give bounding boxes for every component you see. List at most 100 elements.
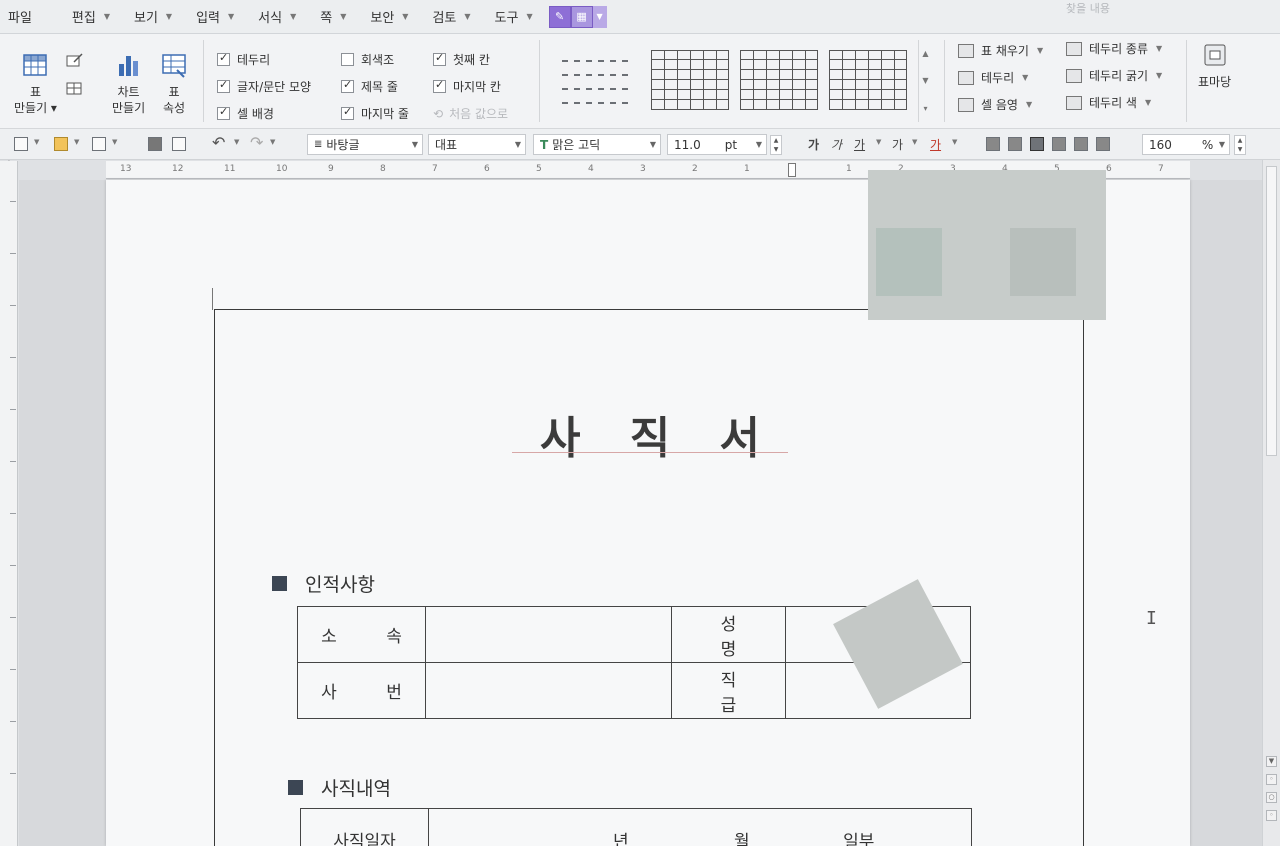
checkbox-checked[interactable]: [433, 51, 446, 66]
make-chart-button[interactable]: 차트 만들기: [112, 52, 145, 116]
caret-down-icon[interactable]: ▼: [270, 138, 275, 146]
paragraph-style-select[interactable]: ≣ 바탕글 ▼: [307, 134, 423, 155]
zoom-input[interactable]: 160% ▼: [1142, 134, 1230, 155]
new-document-icon[interactable]: [14, 137, 28, 151]
font-size-input[interactable]: 11.0 pt ▼: [667, 134, 767, 155]
checkbox-checked[interactable]: [217, 105, 230, 120]
check-last-row[interactable]: 마지막 줄: [341, 105, 409, 122]
check-cell-bg[interactable]: 셀 배경: [217, 105, 274, 122]
table-cell[interactable]: [425, 662, 672, 719]
table-properties-button[interactable]: 표 속성: [160, 52, 188, 116]
caret-down-icon[interactable]: ▼: [952, 138, 957, 146]
language-select[interactable]: 대표 ▼: [428, 134, 526, 155]
table-cell[interactable]: 소 속: [297, 606, 426, 663]
align-split-icon[interactable]: [1096, 137, 1110, 151]
chevron-down-icon[interactable]: ▼: [922, 76, 928, 85]
caret-down-icon[interactable]: ▼: [74, 138, 79, 146]
table-style-option-grid[interactable]: [740, 50, 818, 110]
border-width-button[interactable]: 테두리 굵기 ▼: [1066, 67, 1162, 84]
document-title[interactable]: 사 직 서: [490, 402, 810, 466]
menu-edit[interactable]: 편집 ▼: [60, 0, 122, 34]
section-personal-info[interactable]: 인적사항: [272, 570, 375, 597]
align-left-icon[interactable]: [1008, 137, 1022, 151]
previous-page-icon[interactable]: ◦: [1266, 774, 1277, 785]
select-browse-icon[interactable]: ○: [1266, 792, 1277, 803]
save-icon[interactable]: [92, 137, 106, 151]
check-first-col[interactable]: 첫째 칸: [433, 51, 490, 68]
checkbox-unchecked[interactable]: [341, 53, 354, 66]
chevron-down-icon[interactable]: ▼: [1266, 756, 1277, 767]
menu-tools[interactable]: 도구 ▼: [483, 0, 545, 34]
menu-page[interactable]: 쪽 ▼: [308, 0, 358, 34]
more-icon[interactable]: ▾: [923, 104, 927, 113]
menu-file[interactable]: 파일: [0, 0, 60, 34]
checkbox-checked[interactable]: [341, 105, 354, 120]
bold-button[interactable]: 가: [808, 136, 819, 153]
border-type-button[interactable]: 테두리 종류 ▼: [1066, 40, 1162, 57]
table-cell[interactable]: 년 월 일부: [428, 808, 972, 846]
table-cell[interactable]: 직 급: [671, 662, 786, 719]
border-button[interactable]: 테두리 ▼: [958, 69, 1028, 86]
cell-shade-button[interactable]: 셀 음영 ▼: [958, 96, 1032, 113]
underline-button[interactable]: 가: [854, 136, 865, 153]
font-color-button[interactable]: 가: [930, 136, 941, 153]
caret-down-icon[interactable]: ▼: [112, 138, 117, 146]
resignation-table[interactable]: 사직일자 년 월 일부: [300, 808, 972, 846]
table-cell[interactable]: 사 번: [297, 662, 426, 719]
menu-view[interactable]: 보기 ▼: [122, 0, 184, 34]
menu-insert[interactable]: 입력 ▼: [184, 0, 246, 34]
help-search[interactable]: 찾을 내용: [1066, 0, 1110, 16]
check-title-row[interactable]: 제목 줄: [341, 78, 398, 95]
align-justify-icon[interactable]: [986, 137, 1000, 151]
scrollbar-thumb[interactable]: [1266, 166, 1277, 456]
font-size-stepper[interactable]: ▲ ▼: [770, 135, 782, 155]
redo-icon[interactable]: ↷: [250, 133, 263, 152]
caret-down-icon[interactable]: ▼: [234, 138, 239, 146]
align-distribute-icon[interactable]: [1074, 137, 1088, 151]
print-icon[interactable]: [148, 137, 162, 151]
zoom-stepper[interactable]: ▲ ▼: [1234, 135, 1246, 155]
menu-security[interactable]: 보안 ▼: [358, 0, 420, 34]
table-layout-icon[interactable]: ▦: [570, 5, 593, 28]
checkbox-checked[interactable]: [433, 78, 446, 93]
check-grayscale[interactable]: 회색조: [341, 51, 394, 68]
next-page-icon[interactable]: ◦: [1266, 810, 1277, 821]
table-design-icon[interactable]: ✎: [548, 5, 571, 28]
check-border[interactable]: 테두리: [217, 51, 270, 68]
vertical-scrollbar[interactable]: ▼ ◦ ○ ◦: [1262, 160, 1280, 846]
align-right-icon[interactable]: [1052, 137, 1066, 151]
edit-table-icon[interactable]: [66, 52, 84, 68]
open-folder-icon[interactable]: [54, 137, 68, 151]
table-style-option-grid[interactable]: [651, 50, 729, 110]
table-fill-button[interactable]: 표 채우기 ▼: [958, 42, 1043, 59]
table-gallery-button[interactable]: 표마당: [1198, 42, 1231, 90]
table-style-option-grid[interactable]: [829, 50, 907, 110]
gallery-scroll[interactable]: ▲ ▼ ▾: [918, 40, 932, 122]
indent-marker[interactable]: [788, 163, 796, 177]
print-preview-icon[interactable]: [172, 137, 186, 151]
font-select[interactable]: T 맑은 고딕 ▼: [533, 134, 661, 155]
chevron-up-icon[interactable]: ▲: [922, 49, 928, 58]
caret-down-icon[interactable]: ▼: [34, 138, 39, 146]
make-table-button[interactable]: 표 만들기 ▾: [14, 52, 57, 116]
table-cell[interactable]: [425, 606, 672, 663]
table-style-option-plain[interactable]: [562, 54, 632, 114]
italic-button[interactable]: 가: [831, 136, 842, 153]
checkbox-checked[interactable]: [217, 78, 230, 93]
checkbox-checked[interactable]: [217, 51, 230, 66]
check-char-para[interactable]: 글자/문단 모양: [217, 78, 311, 95]
table-cell[interactable]: 성 명: [671, 606, 786, 663]
border-color-button[interactable]: 테두리 색 ▼: [1066, 94, 1151, 111]
caret-down-icon[interactable]: ▼: [912, 138, 917, 146]
table-cell[interactable]: 사직일자: [300, 808, 429, 846]
section-resignation-details[interactable]: 사직내역: [288, 774, 391, 801]
caret-down-icon[interactable]: ▼: [876, 138, 881, 146]
undo-icon[interactable]: ↶: [212, 133, 225, 152]
caret-down-icon[interactable]: ▼: [592, 5, 607, 28]
menu-format[interactable]: 서식 ▼: [246, 0, 308, 34]
strikethrough-button[interactable]: 가: [892, 136, 903, 153]
align-center-icon[interactable]: [1030, 137, 1044, 151]
table-grid-icon[interactable]: [66, 80, 84, 96]
check-last-col[interactable]: 마지막 칸: [433, 78, 501, 95]
checkbox-checked[interactable]: [341, 78, 354, 93]
